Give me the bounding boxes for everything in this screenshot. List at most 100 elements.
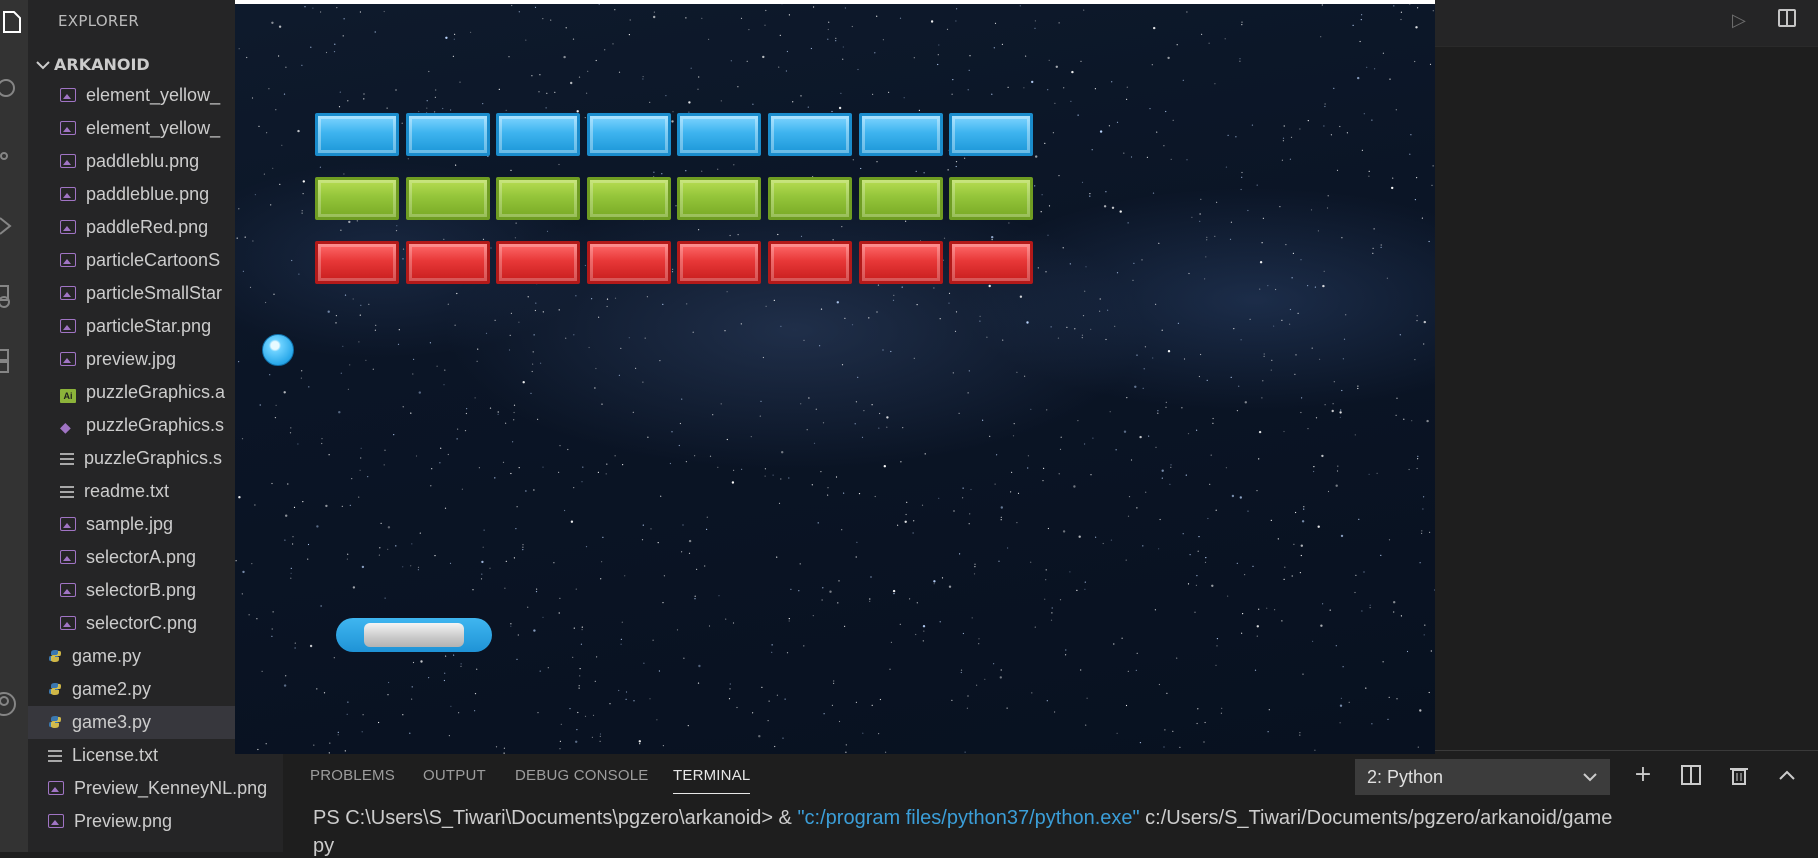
image-icon [60,220,76,234]
chevron-down-icon [36,52,54,78]
split-terminal-icon[interactable] [1677,761,1705,789]
files-icon[interactable] [0,8,28,36]
file-item-label: readme.txt [84,481,170,501]
file-item[interactable]: Preview_KenneyNL.png [28,772,283,805]
python-icon [48,641,62,662]
python-icon [48,707,62,728]
tab-problems[interactable]: PROBLEMS [310,767,395,793]
brick-green [677,177,761,220]
file-item-label: element_yellow_ [86,85,221,105]
file-item[interactable]: Preview.png [28,805,283,838]
brick-green [587,177,671,220]
brick-red [677,241,761,284]
chevron-down-icon [1582,759,1598,807]
brick-green [949,177,1033,220]
image-icon [60,616,76,630]
tab-terminal[interactable]: TERMINAL [673,767,751,794]
file-item-label: paddleblu.png [86,151,200,171]
brick-blue [315,113,399,156]
activity-bar [0,0,28,852]
ai-icon: Ai [60,389,76,403]
search-icon[interactable] [0,74,28,102]
run-icon[interactable]: ▷ [1732,10,1746,31]
brick-blue [587,113,671,156]
tab-debug-console[interactable]: DEBUG CONSOLE [515,767,648,793]
split-editor-icon[interactable] [1778,9,1796,27]
game-window[interactable] [235,0,1435,754]
svg-icon: ◆ [60,419,71,435]
paddle [336,618,492,652]
explorer-title: EXPLORER [58,12,140,30]
brick-blue [677,113,761,156]
text-icon [48,750,62,762]
file-item-label: game.py [72,646,142,666]
image-icon [60,253,76,267]
file-item-label: sample.jpg [86,514,174,534]
terminal-output-line: PS C:\Users\S_Tiwari\Documents\pgzero\ar… [313,807,1612,830]
file-item-label: particleCartoonS [86,250,221,270]
file-item-label: particleSmallStar [86,283,223,303]
maximize-panel-icon[interactable] [1773,761,1801,789]
image-icon [60,286,76,300]
brick-red [587,241,671,284]
brick-blue [859,113,943,156]
python-icon [48,674,62,695]
brick-green [406,177,490,220]
file-item-label: puzzleGraphics.s [86,415,225,435]
brick-green [859,177,943,220]
image-icon [48,814,64,828]
editor-tab-bar [1435,0,1818,46]
file-item-label: Preview.png [74,811,173,831]
image-icon [48,781,64,795]
file-item-label: puzzleGraphics.s [84,448,223,468]
text-icon [60,453,74,465]
brick-red [859,241,943,284]
brick-red [768,241,852,284]
brick-red [315,241,399,284]
terminal-select[interactable]: 2: Python [1355,759,1610,795]
file-item-label: paddleblue.png [86,184,210,204]
image-icon [60,187,76,201]
image-icon [60,517,76,531]
file-item-label: puzzleGraphics.a [86,382,226,402]
brick-blue [768,113,852,156]
folder-name: ARKANOID [54,55,150,74]
run-debug-icon[interactable] [0,212,28,240]
image-icon [60,583,76,597]
image-icon [60,88,76,102]
add-terminal-icon[interactable]: + [1629,761,1657,789]
file-item-label: particleStar.png [86,316,212,336]
source-control-icon[interactable] [0,142,28,170]
terminal-path: c:/Users/S_Tiwari/Documents/pgzero/arkan… [1139,807,1613,829]
kill-terminal-icon[interactable] [1725,761,1753,789]
extensions-icon[interactable] [0,346,28,374]
file-item-label: Preview_KenneyNL.png [74,778,268,798]
file-item-label: element_yellow_ [86,118,221,138]
file-item-label: License.txt [72,745,159,765]
brick-green [768,177,852,220]
image-icon [60,352,76,366]
file-item-label: game3.py [72,712,152,732]
ball [262,334,294,366]
brick-green [496,177,580,220]
account-icon[interactable] [0,690,28,718]
brick-green [315,177,399,220]
brick-blue [496,113,580,156]
terminal-string: "c:/program files/python37/python.exe" [797,807,1140,829]
brick-blue [406,113,490,156]
brick-red [496,241,580,284]
breadcrumb-bar [1435,46,1818,83]
bottom-panel: PROBLEMS OUTPUT DEBUG CONSOLE TERMINAL 2… [283,750,1818,857]
text-icon [60,486,74,498]
image-icon [60,154,76,168]
brick-red [949,241,1033,284]
brick-blue [949,113,1033,156]
remote-explorer-icon[interactable] [0,284,28,312]
file-item-label: selectorC.png [86,613,198,633]
file-item-label: paddleRed.png [86,217,209,237]
terminal-output-line-2: py [313,835,335,857]
brick-red [406,241,490,284]
terminal-prompt: PS C:\Users\S_Tiwari\Documents\pgzero\ar… [313,807,798,829]
tab-output[interactable]: OUTPUT [423,767,486,793]
image-icon [60,121,76,135]
